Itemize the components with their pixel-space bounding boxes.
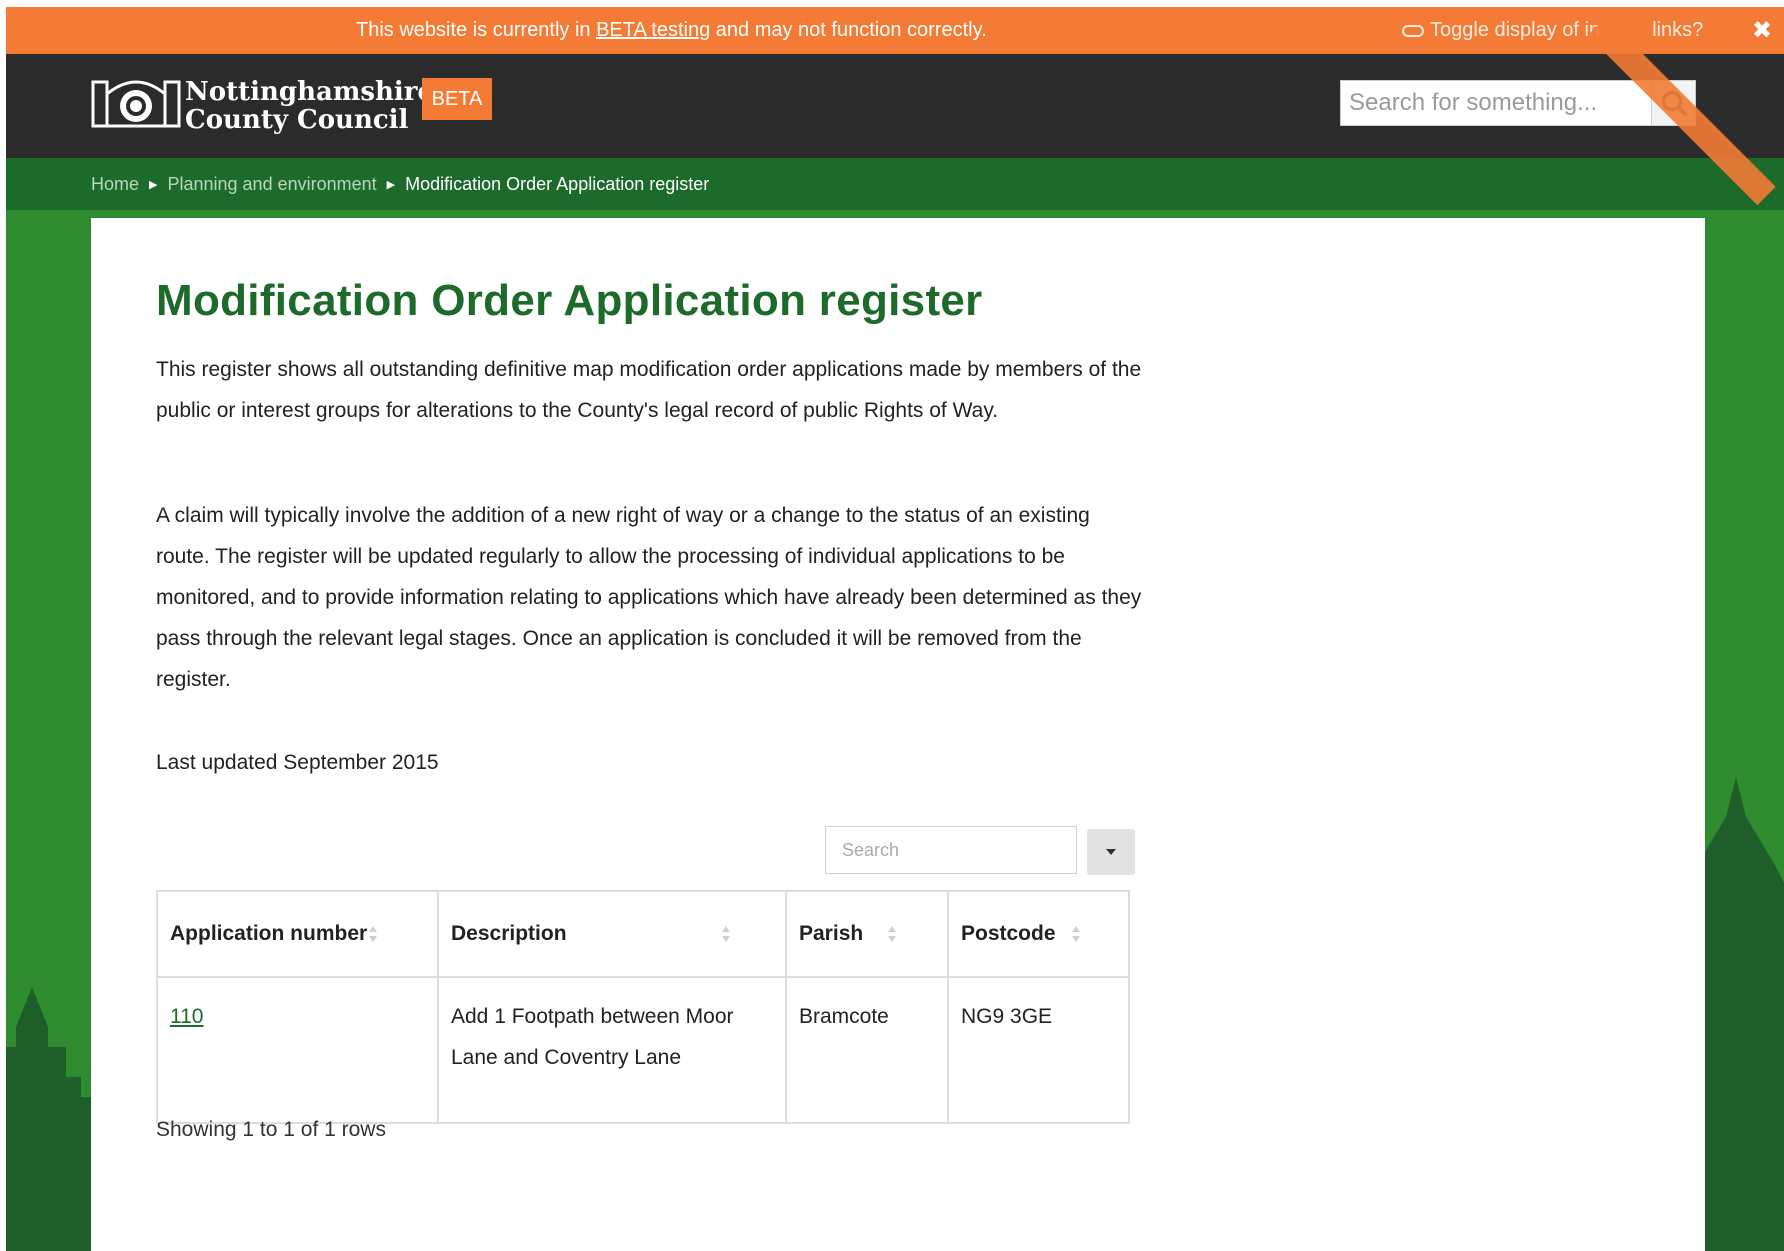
breadcrumb-bar: Home ▶ Planning and environment ▶ Modificati… [6,158,1784,210]
cell-application-number: 110 [156,976,439,1124]
table-header-row: Application number Description Parish Po… [156,890,1130,978]
details-paragraph: A claim will typically involve the addit… [156,504,1142,691]
council-name[interactable]: Nottinghamshire County Council [185,78,434,134]
applications-table: Application number Description Parish Po… [156,890,1130,1124]
cell-parish: Bramcote [785,976,949,1124]
breadcrumb-current: Modification Order Application register [405,174,710,194]
column-header-parish[interactable]: Parish [785,890,949,978]
sort-icon [1072,926,1080,942]
breadcrumb-separator-icon: ▶ [149,179,158,191]
toggle-links-button[interactable]: Toggle display of in links? [1402,19,1703,42]
cell-postcode: NG9 3GE [947,976,1130,1124]
sort-icon [722,926,730,942]
chevron-down-icon[interactable] [1087,829,1135,875]
toggle-links-label-end: links? [1652,19,1704,41]
intro-paragraph: This register shows all outstanding defi… [156,358,1142,422]
last-updated-text: Last updated September 2015 [156,751,439,774]
column-header-description[interactable]: Description [437,890,787,978]
beta-message: This website is currently in BETA testin… [356,19,987,41]
breadcrumb-planning[interactable]: Planning and environment [167,174,376,194]
column-header-postcode[interactable]: Postcode [947,890,1130,978]
skyline-left-decoration [6,987,101,1251]
page-frame: This website is currently in BETA testin… [6,7,1784,1251]
close-icon[interactable]: ✖ [1752,16,1772,45]
site-search-input[interactable] [1341,81,1641,125]
application-110-link[interactable]: 110 [170,1005,203,1028]
sort-icon [369,926,377,942]
sort-icon [888,926,896,942]
page-title: Modification Order Application register [156,276,983,325]
site-header: Nottinghamshire County Council BETA [6,54,1784,158]
breadcrumb-home[interactable]: Home [91,174,139,194]
skyline-right-decoration [1696,777,1784,1251]
beta-testing-link[interactable]: BETA testing [596,19,710,41]
toggle-links-label: Toggle display of in [1430,19,1601,41]
column-header-application-number[interactable]: Application number [156,890,439,978]
pagination-info: Showing 1 to 1 of 1 rows [156,1118,386,1141]
breadcrumb: Home ▶ Planning and environment ▶ Modificati… [91,174,709,195]
cell-description: Add 1 Footpath between Moor Lane and Cov… [437,976,787,1124]
table-search-input[interactable] [825,826,1077,874]
beta-banner: This website is currently in BETA testin… [6,7,1784,54]
beta-badge: BETA [422,78,492,120]
table-row: 110 Add 1 Footpath between Moor Lane and… [156,976,1130,1124]
council-crest-logo[interactable] [91,74,181,130]
toggle-icon [1402,24,1424,37]
breadcrumb-separator-icon: ▶ [386,179,396,191]
main-content: Modification Order Application register … [91,218,1705,1251]
